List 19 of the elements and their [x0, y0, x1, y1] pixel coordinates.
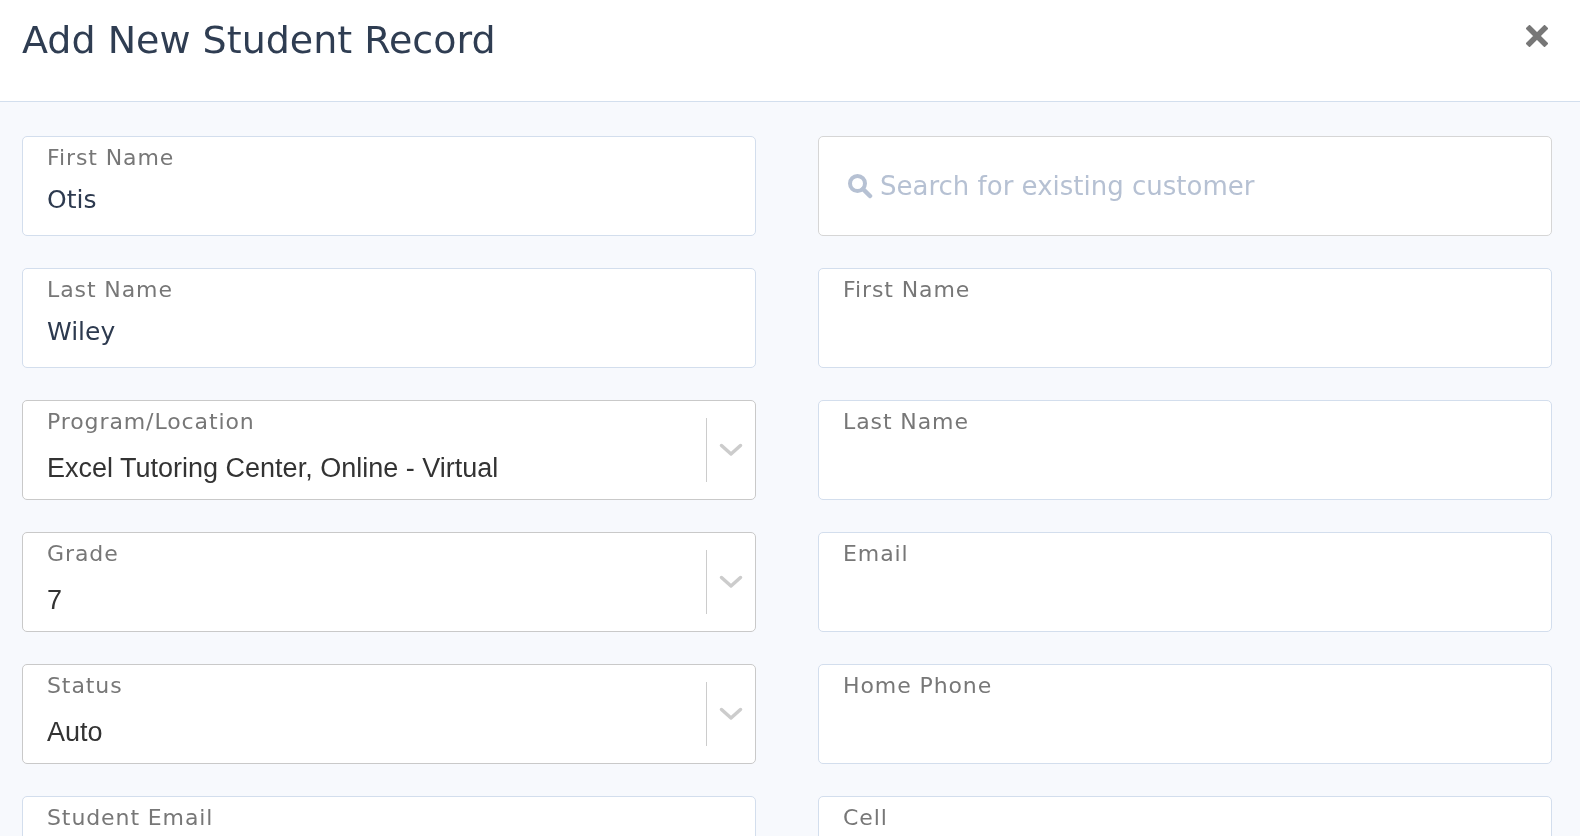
select-field[interactable]: Program/Location Excel Tutoring Center, Online - Virtual — [22, 400, 756, 500]
chevron-down-icon — [719, 575, 743, 589]
close-button[interactable] — [1525, 24, 1549, 48]
dialog-title: Add New Student Record — [22, 17, 496, 64]
search-field[interactable]: Search for existing customer — [818, 136, 1552, 236]
text-field[interactable]: First Name Otis — [22, 136, 756, 236]
text-field[interactable]: Student Email — [22, 796, 756, 836]
text-field[interactable]: Email — [818, 532, 1552, 632]
chevron-down-icon — [719, 707, 743, 721]
text-field[interactable]: First Name — [818, 268, 1552, 368]
text-field[interactable]: Home Phone — [818, 664, 1552, 764]
search-icon — [847, 173, 873, 199]
text-field[interactable]: Last Name — [818, 400, 1552, 500]
close-icon — [1526, 25, 1548, 47]
text-field[interactable]: Last Name Wiley — [22, 268, 756, 368]
text-field[interactable]: Cell — [818, 796, 1552, 836]
chevron-down-icon — [719, 443, 743, 457]
select-field[interactable]: Status Auto — [22, 664, 756, 764]
select-field[interactable]: Grade 7 — [22, 532, 756, 632]
